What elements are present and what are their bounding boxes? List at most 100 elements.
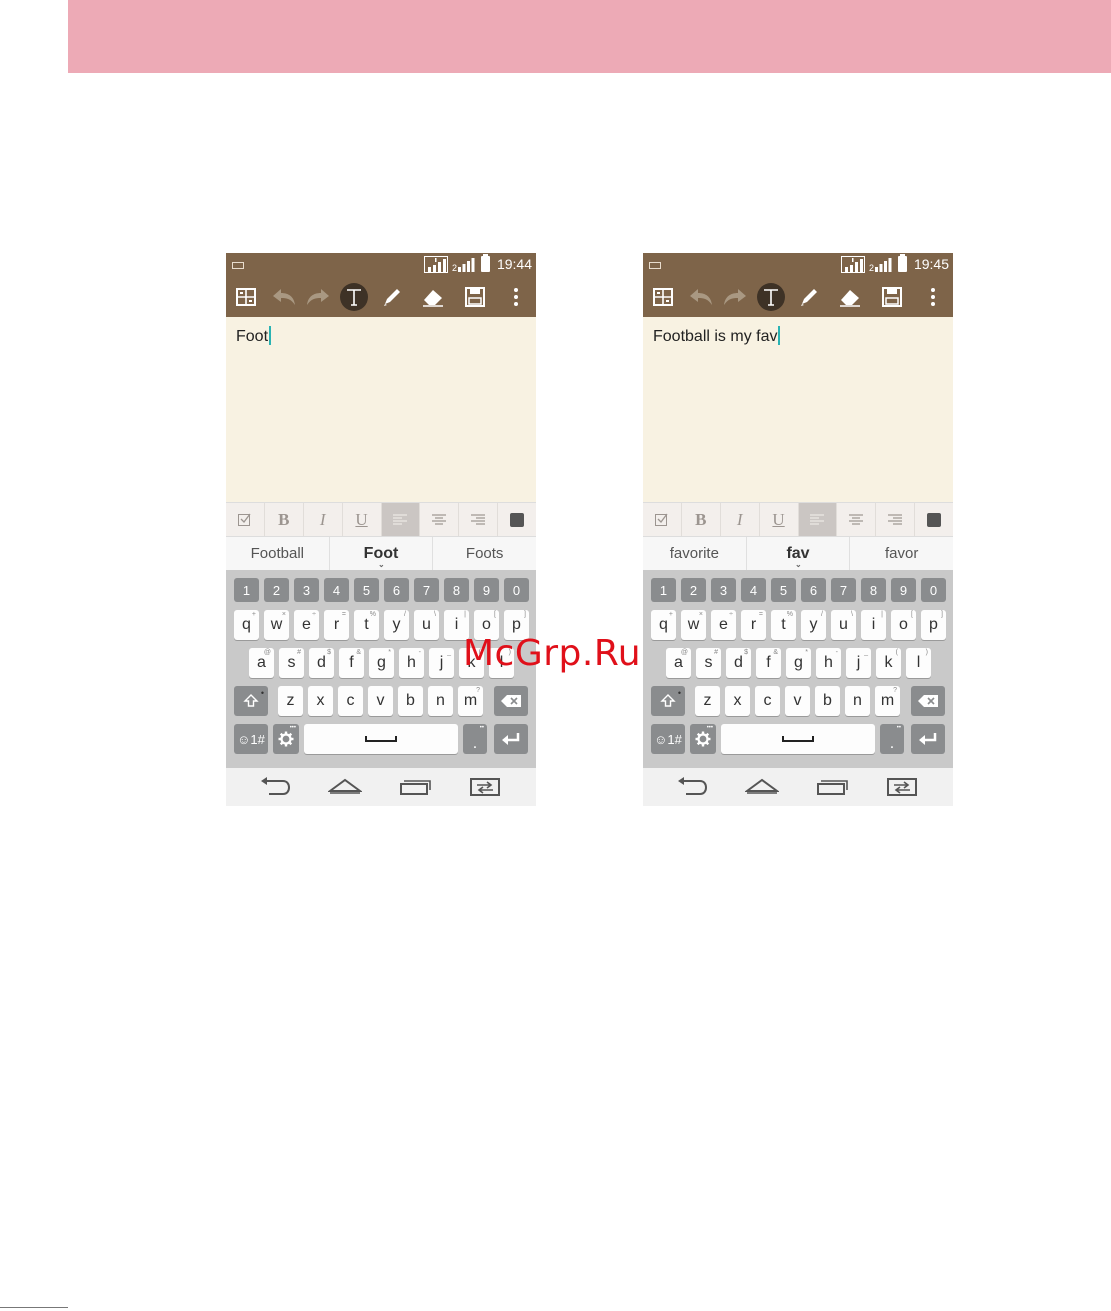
italic-button[interactable]: I	[721, 503, 760, 536]
number-key[interactable]: 3	[711, 578, 736, 602]
letter-key[interactable]: r =	[324, 610, 349, 640]
align-right-icon[interactable]	[876, 503, 916, 536]
number-key[interactable]: 1	[234, 578, 259, 602]
letter-key[interactable]: i |	[861, 610, 886, 640]
text-color-icon[interactable]	[498, 503, 536, 536]
letter-key[interactable]: p]	[921, 610, 946, 640]
number-key[interactable]: 1	[651, 578, 676, 602]
letter-key[interactable]: t%	[354, 610, 379, 640]
letter-key[interactable]: e ÷	[711, 610, 736, 640]
number-key[interactable]: 2	[681, 578, 706, 602]
checkbox-format-icon[interactable]	[226, 503, 265, 536]
letter-key[interactable]: f &	[756, 648, 781, 678]
number-key[interactable]: 2	[264, 578, 289, 602]
letter-key[interactable]: c	[338, 686, 363, 716]
number-key[interactable]: 6	[801, 578, 826, 602]
letter-key[interactable]: a @	[666, 648, 691, 678]
period-key[interactable]: . ••	[463, 724, 487, 754]
number-key[interactable]: 5	[771, 578, 796, 602]
letter-key[interactable]: q +	[234, 610, 259, 640]
checkbox-format-icon[interactable]	[643, 503, 682, 536]
save-icon[interactable]	[878, 283, 906, 311]
letter-key[interactable]: d $	[309, 648, 334, 678]
number-key[interactable]: 6	[384, 578, 409, 602]
letter-key[interactable]: z	[278, 686, 303, 716]
letter-key[interactable]: x	[725, 686, 750, 716]
letter-key[interactable]: a @	[249, 648, 274, 678]
number-key[interactable]: 9	[891, 578, 916, 602]
letter-key[interactable]: m?	[458, 686, 483, 716]
letter-key[interactable]: r =	[741, 610, 766, 640]
letter-key[interactable]: v	[368, 686, 393, 716]
align-center-icon[interactable]	[837, 503, 877, 536]
letter-key[interactable]: e ÷	[294, 610, 319, 640]
enter-key[interactable]	[494, 724, 528, 754]
letter-key[interactable]: j _	[429, 648, 454, 678]
letter-key[interactable]: g *	[369, 648, 394, 678]
number-key[interactable]: 7	[414, 578, 439, 602]
letter-key[interactable]: g *	[786, 648, 811, 678]
italic-button[interactable]: I	[304, 503, 343, 536]
letter-key[interactable]: h-	[399, 648, 424, 678]
home-icon[interactable]	[745, 776, 779, 798]
letter-key[interactable]: l)	[489, 648, 514, 678]
note-editor[interactable]: Foot	[226, 317, 536, 502]
underline-button[interactable]: U	[760, 503, 799, 536]
letter-key[interactable]: y /	[384, 610, 409, 640]
undo-icon[interactable]	[687, 283, 715, 311]
number-key[interactable]: 0	[504, 578, 529, 602]
suggestion-item[interactable]: favor	[850, 537, 953, 570]
text-color-icon[interactable]	[915, 503, 953, 536]
redo-icon[interactable]	[721, 283, 749, 311]
letter-key[interactable]: b	[815, 686, 840, 716]
letter-key[interactable]: u \	[414, 610, 439, 640]
letter-key[interactable]: s #	[696, 648, 721, 678]
number-key[interactable]: 4	[741, 578, 766, 602]
letter-key[interactable]: v	[785, 686, 810, 716]
align-left-icon[interactable]	[381, 503, 421, 536]
letter-key[interactable]: h-	[816, 648, 841, 678]
settings-key[interactable]: •••	[690, 724, 716, 754]
suggestion-item-selected[interactable]: Foot ⌄	[328, 537, 434, 570]
enter-key[interactable]	[911, 724, 945, 754]
align-right-icon[interactable]	[459, 503, 499, 536]
text-tool-icon[interactable]	[757, 283, 785, 311]
grid-menu-icon[interactable]	[649, 283, 677, 311]
overflow-menu-icon[interactable]	[919, 283, 947, 311]
number-key[interactable]: 8	[861, 578, 886, 602]
align-center-icon[interactable]	[420, 503, 460, 536]
letter-key[interactable]: o[	[891, 610, 916, 640]
back-icon[interactable]	[675, 776, 709, 798]
letter-key[interactable]: c	[755, 686, 780, 716]
number-key[interactable]: 5	[354, 578, 379, 602]
backspace-key[interactable]	[911, 686, 945, 716]
redo-icon[interactable]	[304, 283, 332, 311]
period-key[interactable]: . ••	[880, 724, 904, 754]
text-tool-icon[interactable]	[340, 283, 368, 311]
bold-button[interactable]: B	[265, 503, 304, 536]
recent-apps-icon[interactable]	[398, 776, 432, 798]
letter-key[interactable]: l)	[906, 648, 931, 678]
letter-key[interactable]: u \	[831, 610, 856, 640]
overflow-menu-icon[interactable]	[502, 283, 530, 311]
number-key[interactable]: 0	[921, 578, 946, 602]
grid-menu-icon[interactable]	[232, 283, 260, 311]
bold-button[interactable]: B	[682, 503, 721, 536]
underline-button[interactable]: U	[343, 503, 382, 536]
eraser-icon[interactable]	[836, 283, 864, 311]
space-key[interactable]	[304, 724, 458, 754]
save-icon[interactable]	[461, 283, 489, 311]
pen-icon[interactable]	[378, 283, 406, 311]
letter-key[interactable]: s #	[279, 648, 304, 678]
letter-key[interactable]: t%	[771, 610, 796, 640]
recent-apps-icon[interactable]	[815, 776, 849, 798]
undo-icon[interactable]	[270, 283, 298, 311]
letter-key[interactable]: k(	[876, 648, 901, 678]
letter-key[interactable]: z	[695, 686, 720, 716]
letter-key[interactable]: y /	[801, 610, 826, 640]
letter-key[interactable]: i |	[444, 610, 469, 640]
letter-key[interactable]: n	[428, 686, 453, 716]
space-key[interactable]	[721, 724, 875, 754]
letter-key[interactable]: o[	[474, 610, 499, 640]
letter-key[interactable]: k(	[459, 648, 484, 678]
